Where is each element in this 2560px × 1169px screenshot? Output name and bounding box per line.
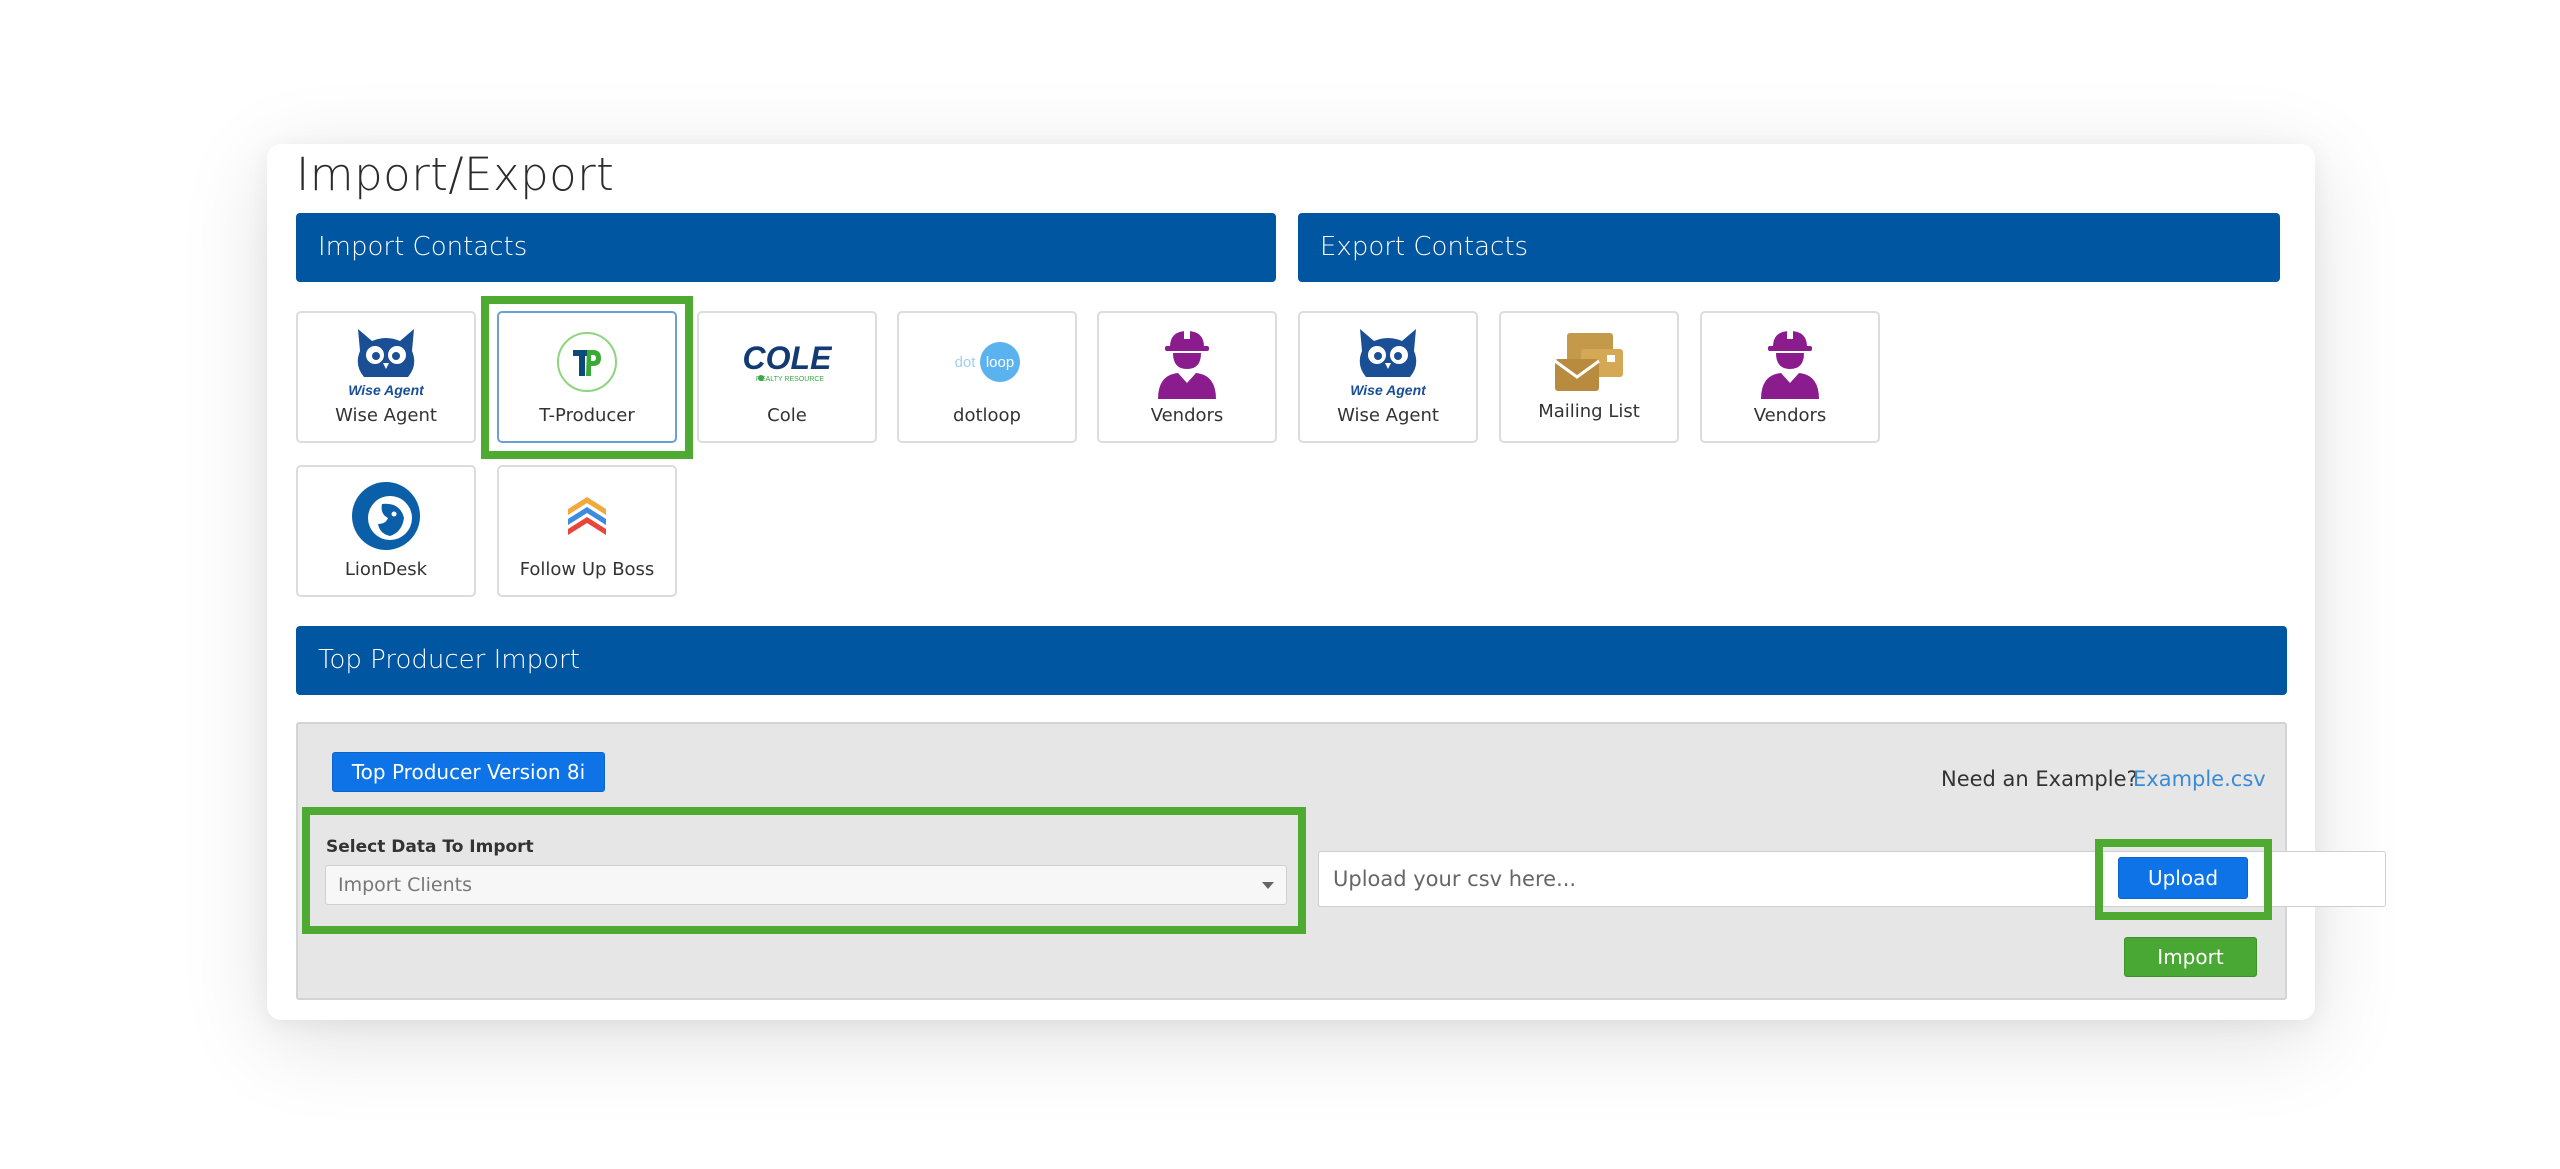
svg-text:Wise Agent: Wise Agent	[1350, 382, 1426, 398]
wise-agent-owl-icon: Wise Agent	[1300, 323, 1476, 401]
example-csv-link[interactable]: Example.csv	[2133, 767, 2266, 791]
svg-text:dot: dot	[955, 354, 977, 371]
tile-label: Wise Agent	[335, 405, 437, 426]
export-tile-wise-agent[interactable]: Wise Agent Wise Agent	[1298, 311, 1478, 443]
tile-label: Vendors	[1150, 405, 1224, 426]
example-prompt: Need an Example?	[1941, 767, 2138, 791]
upload-button[interactable]: Upload	[2118, 857, 2248, 899]
tile-label: Cole	[767, 405, 807, 426]
chevron-down-icon	[1262, 882, 1274, 889]
tile-label: LionDesk	[344, 559, 428, 580]
mailing-list-envelope-icon	[1501, 323, 1677, 401]
export-contacts-header: Export Contacts	[1298, 213, 2280, 282]
tile-label: Mailing List	[1538, 401, 1640, 422]
cole-logo-icon: COLE REALTY RESOURCE	[699, 323, 875, 401]
svg-text:COLE: COLE	[743, 340, 832, 376]
liondesk-lion-icon	[298, 477, 474, 555]
select-data-label: Select Data To Import	[326, 837, 534, 857]
import-tile-follow-up-boss[interactable]: Follow Up Boss	[497, 465, 677, 597]
tile-label: Wise Agent	[1337, 405, 1439, 426]
dotloop-logo-icon: dot loop	[899, 323, 1075, 401]
wise-agent-owl-icon: Wise Agent	[298, 323, 474, 401]
export-tile-vendors[interactable]: Vendors	[1700, 311, 1880, 443]
tile-label: Follow Up Boss	[519, 559, 655, 580]
import-tile-t-producer[interactable]: T-Producer	[497, 311, 677, 443]
page-title: Import/Export	[296, 148, 615, 201]
import-tile-vendors[interactable]: Vendors	[1097, 311, 1277, 443]
vendor-worker-icon	[1099, 323, 1275, 401]
import-tile-wise-agent[interactable]: Wise Agent Wise Agent	[296, 311, 476, 443]
follow-up-boss-chevrons-icon	[499, 477, 675, 555]
version-button[interactable]: Top Producer Version 8i	[332, 752, 605, 792]
import-tile-liondesk[interactable]: LionDesk	[296, 465, 476, 597]
vendor-worker-icon	[1702, 323, 1878, 401]
import-button[interactable]: Import	[2124, 937, 2257, 977]
tile-label: Vendors	[1753, 405, 1827, 426]
svg-text:Wise Agent: Wise Agent	[348, 382, 424, 398]
tile-label: dotloop	[953, 405, 1021, 426]
svg-text:REALTY RESOURCE: REALTY RESOURCE	[756, 376, 825, 383]
tile-label: T-Producer	[539, 405, 635, 426]
top-producer-import-header: Top Producer Import	[296, 626, 2287, 695]
import-tile-dotloop[interactable]: dot loop dotloop	[897, 311, 1077, 443]
top-producer-tp-icon	[499, 323, 675, 401]
import-tile-cole[interactable]: COLE REALTY RESOURCE Cole	[697, 311, 877, 443]
export-tile-mailing-list[interactable]: Mailing List	[1499, 311, 1679, 443]
import-contacts-header: Import Contacts	[296, 213, 1276, 282]
select-value: Import Clients	[338, 874, 473, 896]
import-data-select[interactable]: Import Clients	[325, 865, 1287, 905]
svg-text:loop: loop	[986, 354, 1014, 371]
